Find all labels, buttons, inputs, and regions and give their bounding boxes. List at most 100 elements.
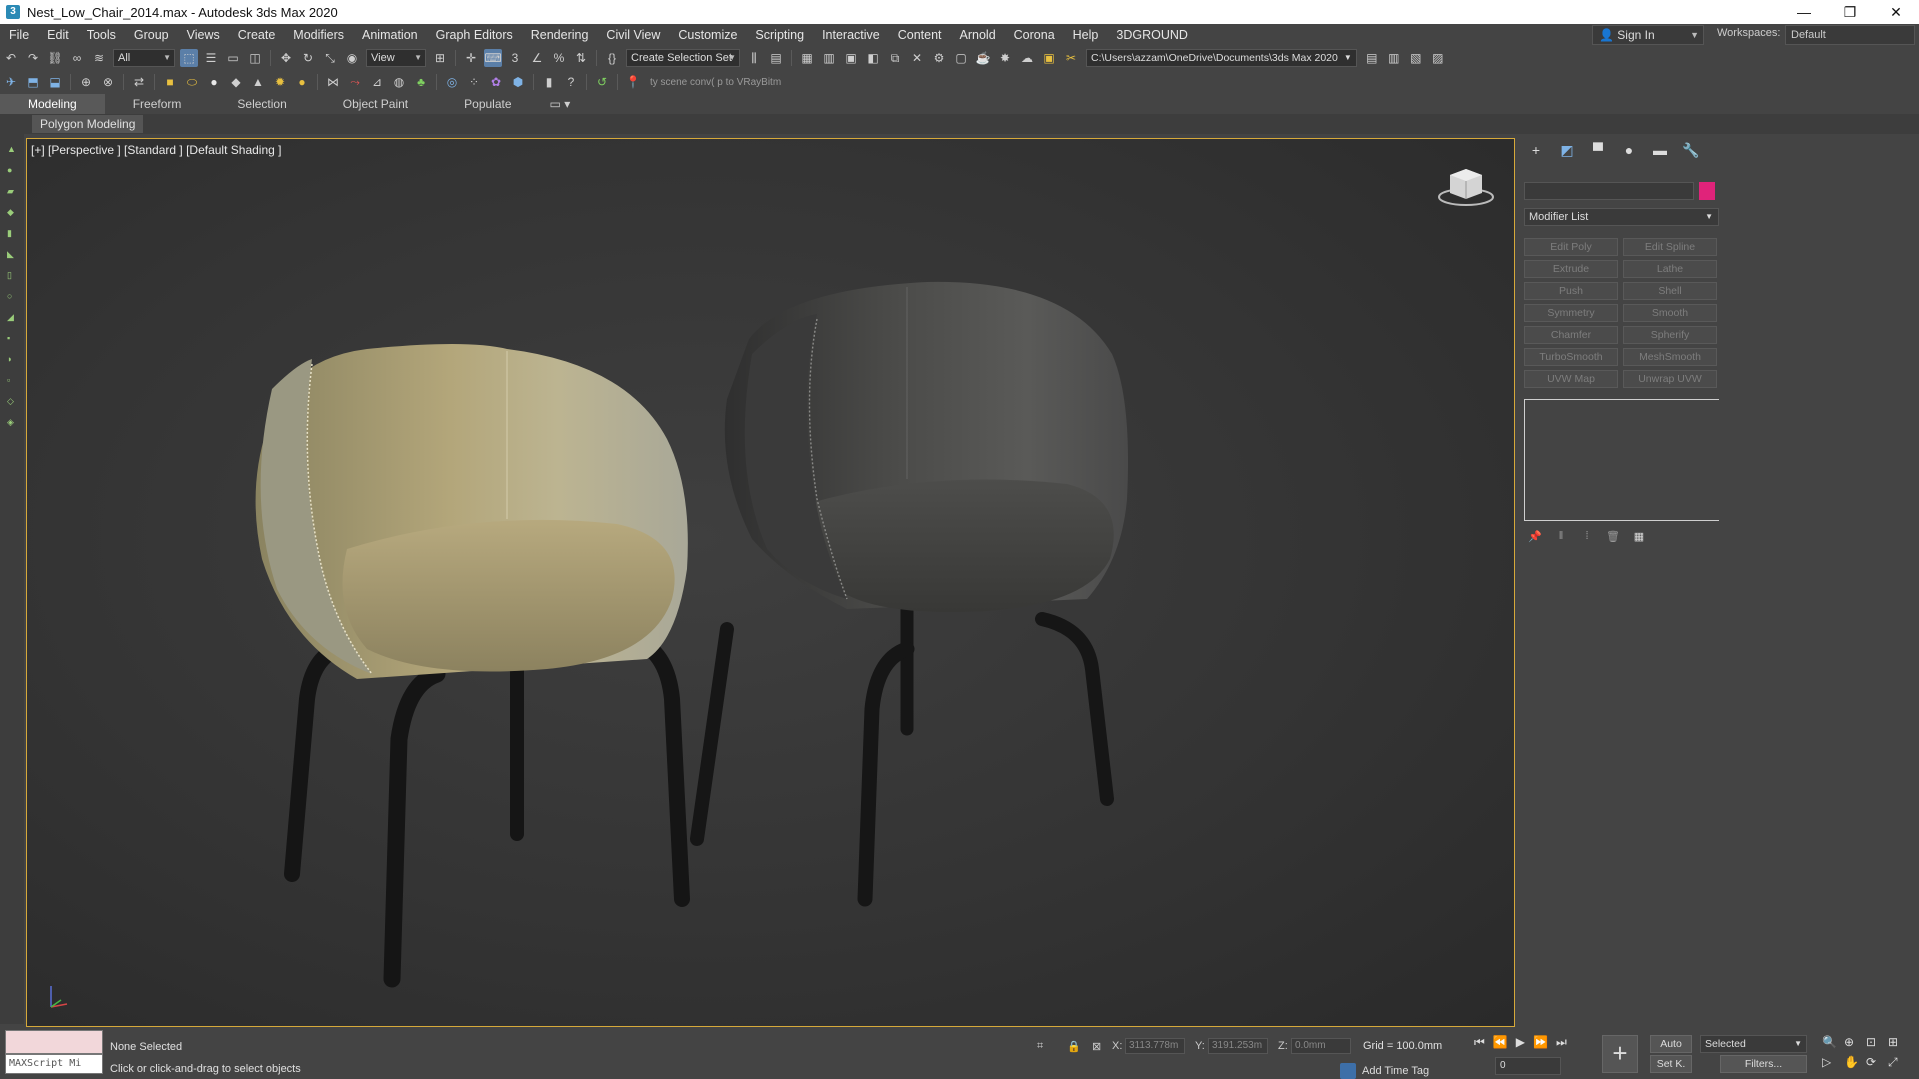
layout-icon[interactable]: ○ (7, 291, 17, 301)
modeling-tool-icon[interactable]: ◍ (390, 73, 408, 91)
previous-frame-icon[interactable]: ⏪ (1493, 1035, 1508, 1050)
curve-editor-icon[interactable]: ◧ (864, 49, 882, 67)
undo-icon[interactable]: ↶ (2, 49, 20, 67)
scene-tool-icon[interactable]: ⬒ (24, 73, 42, 91)
link-icon[interactable]: ⛓ (46, 49, 64, 67)
modifier-button-symmetry[interactable]: Symmetry (1524, 304, 1618, 322)
modify-tab-icon[interactable]: ◩ (1554, 140, 1580, 160)
modifier-list-dropdown[interactable]: Modifier List ▼ (1524, 208, 1719, 226)
layout-icon[interactable]: ◗ (7, 354, 17, 364)
group-tool-icon[interactable]: ⊗ (99, 73, 117, 91)
menu-help[interactable]: Help (1064, 24, 1108, 46)
perspective-viewport[interactable]: [+] [Perspective ] [Standard ] [Default … (26, 138, 1515, 1027)
isolate-icon[interactable]: ⌗ (1037, 1040, 1043, 1053)
menu-3dground[interactable]: 3DGROUND (1107, 24, 1197, 46)
layout-icon[interactable]: ▪ (7, 333, 17, 343)
transform-tool-icon[interactable]: ⇄ (130, 73, 148, 91)
modifier-button-meshsmooth[interactable]: MeshSmooth (1623, 348, 1717, 366)
material-tool-icon[interactable]: ◎ (443, 73, 461, 91)
minimize-button[interactable]: — (1781, 0, 1827, 24)
rotate-icon[interactable]: ↻ (299, 49, 317, 67)
save-project-icon[interactable]: ▧ (1407, 49, 1425, 67)
go-to-end-icon[interactable]: ⏭ (1556, 1035, 1567, 1050)
modifier-button-extrude[interactable]: Extrude (1524, 260, 1618, 278)
modifier-button-edit-spline[interactable]: Edit Spline (1623, 238, 1717, 256)
rendered-frame-window-icon[interactable]: ▢ (952, 49, 970, 67)
tab-polygon-modeling[interactable]: Polygon Modeling (32, 115, 144, 133)
select-object-icon[interactable]: ⬚ (180, 49, 198, 67)
render-in-cloud-icon[interactable]: ☁ (1018, 49, 1036, 67)
hierarchy-tab-icon[interactable]: ▀ (1585, 140, 1611, 160)
refresh-icon[interactable]: ↺ (593, 73, 611, 91)
material-tool-icon[interactable]: ⬢ (509, 73, 527, 91)
utilities-tab-icon[interactable]: 🔧 (1678, 140, 1704, 160)
current-frame-field[interactable]: 0 (1495, 1057, 1561, 1075)
pan-icon[interactable]: ✋ (1844, 1055, 1866, 1070)
layout-icon[interactable]: ◈ (7, 417, 17, 427)
select-manipulate-icon[interactable]: ✛ (462, 49, 480, 67)
orbit-icon[interactable]: ⟳ (1866, 1055, 1888, 1070)
tab-object-paint[interactable]: Object Paint (315, 94, 436, 114)
menu-corona[interactable]: Corona (1005, 24, 1064, 46)
key-filters-button[interactable]: Filters... (1720, 1055, 1807, 1073)
utility-icon[interactable]: ▮ (540, 73, 558, 91)
close-button[interactable]: ✕ (1873, 0, 1919, 24)
material-editor-icon[interactable]: ✕ (908, 49, 926, 67)
modifier-button-turbosmooth[interactable]: TurboSmooth (1524, 348, 1618, 366)
edit-named-selection-icon[interactable]: {} (603, 49, 621, 67)
menu-interactive[interactable]: Interactive (813, 24, 889, 46)
create-tab-icon[interactable]: + (1523, 140, 1549, 160)
layout-icon[interactable]: ▰ (7, 186, 17, 196)
zoom-icon[interactable]: 🔍 (1822, 1035, 1844, 1049)
render-production-icon[interactable]: ☕ (974, 49, 992, 67)
spinner-snap-icon[interactable]: ⇅ (572, 49, 590, 67)
auto-key-button[interactable]: Auto (1650, 1035, 1692, 1053)
modeling-tool-icon[interactable]: ⊿ (368, 73, 386, 91)
cylinder-icon[interactable]: ⬭ (183, 73, 201, 91)
maxscript-mini-listener[interactable]: MAXScript Mi (5, 1054, 103, 1074)
viewcube-icon[interactable] (1436, 165, 1496, 209)
layout-icon[interactable]: ◇ (7, 396, 17, 406)
maximize-button[interactable]: ❐ (1827, 0, 1873, 24)
mirror-icon[interactable]: ⫼ (745, 49, 763, 67)
modeling-tool-icon[interactable]: ⤳ (346, 73, 364, 91)
open-project-icon[interactable]: ▥ (1385, 49, 1403, 67)
redo-icon[interactable]: ↷ (24, 49, 42, 67)
modifier-button-lathe[interactable]: Lathe (1623, 260, 1717, 278)
viewport-label[interactable]: [+] [Perspective ] [Standard ] [Default … (31, 143, 281, 157)
box-icon[interactable]: ■ (161, 73, 179, 91)
scene-tool-icon[interactable]: ✈ (2, 73, 20, 91)
beige-chair-model[interactable] (255, 344, 690, 988)
snaps-toggle-icon[interactable]: 3 (506, 49, 524, 67)
field-of-view-icon[interactable]: ▷ (1822, 1055, 1844, 1070)
menu-group[interactable]: Group (125, 24, 178, 46)
scale-icon[interactable]: ⤡ (321, 49, 339, 67)
sun-icon[interactable]: ● (293, 73, 311, 91)
render-setup-icon[interactable]: ⚙ (930, 49, 948, 67)
motion-tab-icon[interactable]: ● (1616, 140, 1642, 160)
menu-customize[interactable]: Customize (669, 24, 746, 46)
window-crossing-icon[interactable]: ◫ (246, 49, 264, 67)
object-name-field[interactable] (1524, 182, 1694, 200)
place-icon[interactable]: ◉ (343, 49, 361, 67)
angle-snap-icon[interactable]: ∠ (528, 49, 546, 67)
set-key-button[interactable]: + (1602, 1035, 1638, 1073)
tab-modeling[interactable]: Modeling (0, 94, 105, 114)
z-coordinate-field[interactable]: 0.0mm (1291, 1038, 1351, 1054)
layout-icon[interactable]: ▲ (7, 144, 17, 154)
tab-populate[interactable]: Populate (436, 94, 539, 114)
modifier-button-shell[interactable]: Shell (1623, 282, 1717, 300)
project-settings-icon[interactable]: ▨ (1429, 49, 1447, 67)
help-icon[interactable]: ? (562, 73, 580, 91)
modifier-button-uvw-map[interactable]: UVW Map (1524, 370, 1618, 388)
render-shortcut-icon[interactable]: ▣ (1040, 49, 1058, 67)
menu-arnold[interactable]: Arnold (951, 24, 1005, 46)
workspace-dropdown[interactable]: Default (1785, 25, 1915, 45)
ribbon-options-icon[interactable]: ▭ ▾ (540, 94, 581, 114)
unlink-icon[interactable]: ∞ (68, 49, 86, 67)
modifier-button-unwrap-uvw[interactable]: Unwrap UVW (1623, 370, 1717, 388)
toggle-ribbon-icon[interactable]: ▣ (842, 49, 860, 67)
sign-in-dropdown[interactable]: 👤 Sign In ▼ (1592, 25, 1704, 45)
absolute-mode-icon[interactable]: ⊠ (1092, 1040, 1101, 1053)
layout-icon[interactable]: ◆ (7, 207, 17, 217)
